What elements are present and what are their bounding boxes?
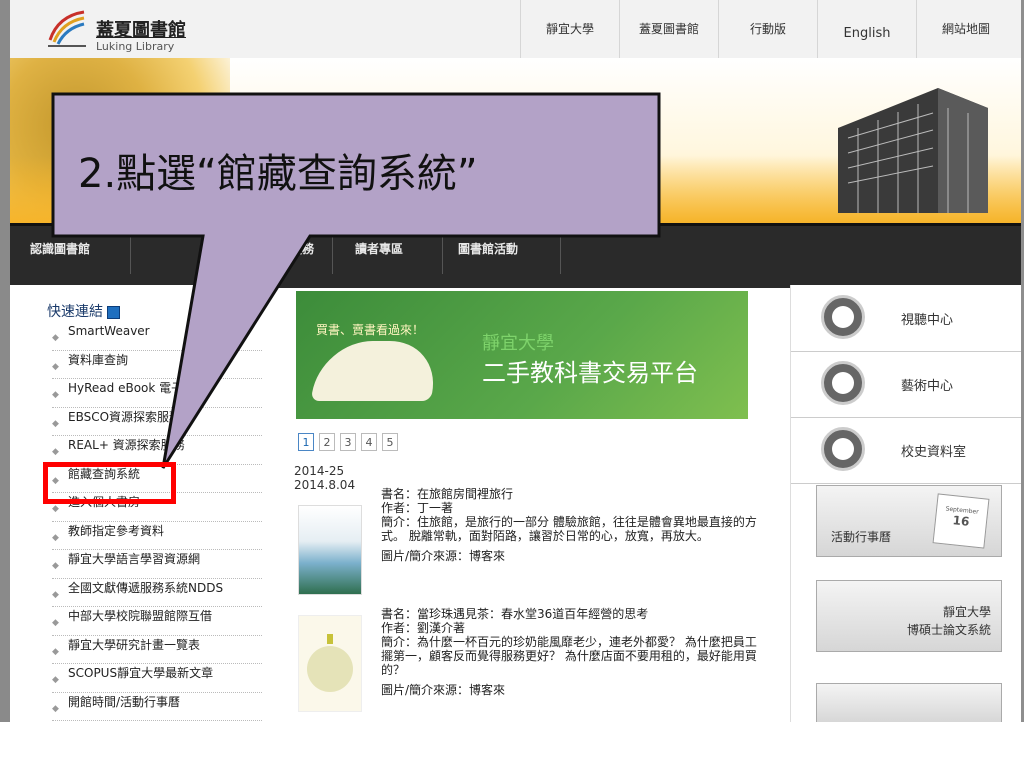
callout-text: 2.點選“館藏查詢系統” xyxy=(78,151,478,197)
callout-overlay xyxy=(51,92,661,469)
catalog-highlight-box xyxy=(43,462,176,504)
